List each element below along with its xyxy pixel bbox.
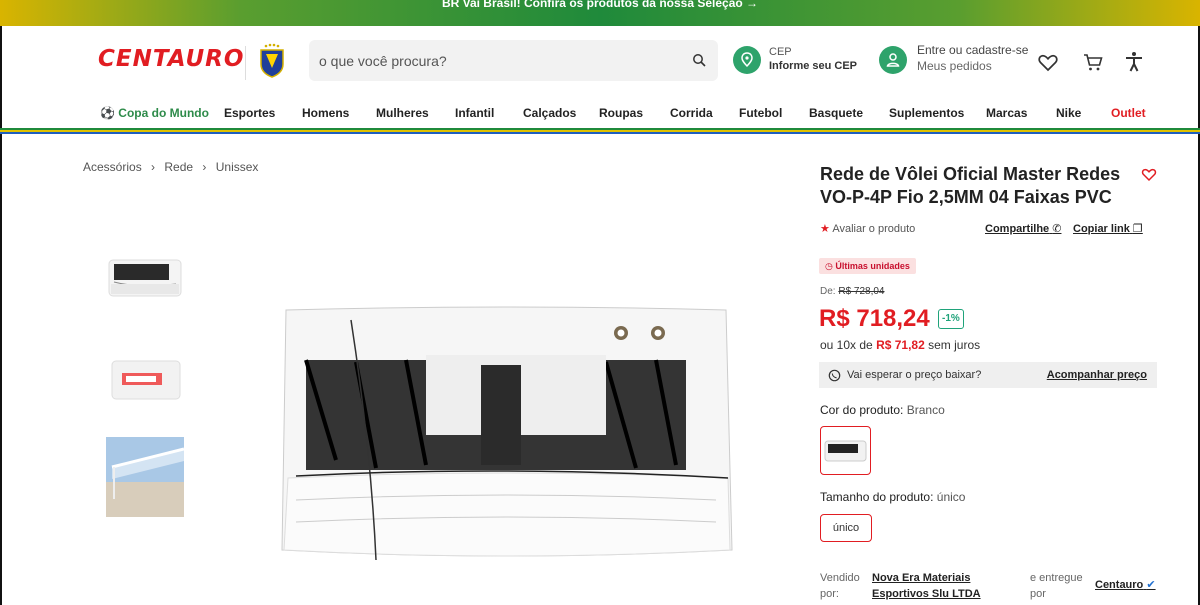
track-price-link[interactable]: Acompanhar preço <box>1047 369 1147 381</box>
nav-item-esportes[interactable]: Esportes <box>224 106 275 120</box>
logo-divider <box>245 46 246 80</box>
breadcrumb-item[interactable]: Unissex <box>216 160 259 174</box>
seller-name-link[interactable]: Nova Era Materiais Esportivos Slu LTDA <box>872 570 1022 602</box>
badge-label: Últimas unidades <box>835 261 910 271</box>
net-label-thumbnail <box>111 360 181 400</box>
delivered-by-link[interactable]: Centauro ✔ <box>1095 577 1156 593</box>
breadcrumb-separator: › <box>151 160 156 174</box>
nav-item-label: Copa do Mundo <box>118 106 209 120</box>
color-label: Cor do produto: Branco <box>820 403 945 417</box>
cart-icon[interactable] <box>1081 50 1105 74</box>
installments-info: ou 10x de R$ 71,82 sem juros <box>820 338 980 352</box>
centauro-logo[interactable]: CENTAURO <box>98 46 244 72</box>
beach-net-thumbnail <box>106 437 184 517</box>
breadcrumb-item[interactable]: Rede <box>164 160 193 174</box>
product-main-image[interactable] <box>276 300 736 580</box>
swatch-thumbnail <box>824 440 867 462</box>
breadcrumb-separator: › <box>202 160 207 174</box>
installments-suffix: sem juros <box>928 338 981 352</box>
installments-prefix: ou 10x de <box>820 338 873 352</box>
nav-item-copa-do-mundo[interactable]: ⚽ Copa do Mundo <box>100 106 209 120</box>
nav-item-mulheres[interactable]: Mulheres <box>376 106 429 120</box>
whatsapp-icon <box>828 369 841 382</box>
old-price-value: R$ 728,04 <box>838 286 885 297</box>
whatsapp-icon: ✆ <box>1052 223 1062 235</box>
color-label-text: Cor do produto: <box>820 403 904 417</box>
nav-item-marcas[interactable]: Marcas <box>986 106 1027 120</box>
nav-color-stripe <box>0 128 1200 134</box>
nav-item-roupas[interactable]: Roupas <box>599 106 643 120</box>
sold-by-label: Vendido por: <box>820 572 860 600</box>
account-login-label[interactable]: Entre ou cadastre-se <box>917 43 1028 57</box>
account-menu[interactable]: Entre ou cadastre-se Meus pedidos <box>879 43 1029 80</box>
search-icon[interactable] <box>692 53 706 67</box>
cep-label: CEP <box>769 46 792 58</box>
color-swatch-branco[interactable] <box>820 426 871 475</box>
share-link[interactable]: Compartilhe ✆ <box>985 222 1061 235</box>
nav-item-calcados[interactable]: Calçados <box>523 106 576 120</box>
price-alert-bar: Vai esperar o preço baixar? Acompanhar p… <box>819 362 1157 388</box>
soccer-ball-icon: ⚽ <box>100 106 115 120</box>
product-title: Rede de Vôlei Oficial Master Redes VO-P-… <box>820 164 1121 207</box>
last-units-badge: ◷ Últimas unidades <box>819 258 916 274</box>
size-option-button[interactable]: único <box>820 514 872 542</box>
old-price: De: R$ 728,04 <box>820 286 885 297</box>
net-package-thumbnail <box>108 259 182 297</box>
promo-banner[interactable]: BR Vai Brasil! Confira os produtos da no… <box>0 0 1200 26</box>
nav-item-futebol[interactable]: Futebol <box>739 106 782 120</box>
nav-item-suplementos[interactable]: Suplementos <box>889 106 964 120</box>
size-label: Tamanho do produto: único <box>820 490 965 504</box>
location-pin-icon <box>733 46 761 74</box>
verified-icon: ✔ <box>1146 579 1156 591</box>
cep-selector[interactable]: CEP Informe seu CEP <box>733 46 863 80</box>
heart-icon[interactable] <box>1036 50 1060 74</box>
share-label: Compartilhe <box>985 223 1050 235</box>
breadcrumb: Acessórios › Rede › Unissex <box>83 160 264 174</box>
accessibility-icon[interactable] <box>1122 50 1146 74</box>
nav-item-nike[interactable]: Nike <box>1056 106 1081 120</box>
size-label-text: Tamanho do produto: <box>820 490 934 504</box>
cbf-crest-icon <box>260 43 284 78</box>
nav-item-outlet[interactable]: Outlet <box>1111 106 1146 120</box>
site-header: CENTAURO CEP Informe seu CEP Entre ou ca… <box>0 26 1200 98</box>
nav-item-infantil[interactable]: Infantil <box>455 106 494 120</box>
nav-item-homens[interactable]: Homens <box>302 106 349 120</box>
user-icon <box>879 46 907 74</box>
category-nav: ⚽ Copa do Mundo Esportes Homens Mulheres… <box>0 98 1200 128</box>
price-alert-text: Vai esperar o preço baixar? <box>847 369 982 381</box>
cep-value[interactable]: Informe seu CEP <box>769 60 857 72</box>
breadcrumb-item[interactable]: Acessórios <box>83 160 142 174</box>
account-orders-label[interactable]: Meus pedidos <box>917 59 992 73</box>
rate-product-link[interactable]: ★ Avaliar o produto <box>820 222 915 235</box>
size-value: único <box>936 490 966 504</box>
discount-badge: -1% <box>938 309 964 329</box>
rate-icon: ★ <box>820 223 830 235</box>
thumbnail-3[interactable] <box>106 437 184 517</box>
delivered-by-name: Centauro <box>1095 579 1144 591</box>
nav-item-basquete[interactable]: Basquete <box>809 106 863 120</box>
copy-label: Copiar link <box>1073 223 1130 235</box>
search-input[interactable] <box>319 50 679 72</box>
thumbnail-1[interactable] <box>106 252 184 302</box>
rate-label: Avaliar o produto <box>832 223 916 235</box>
copy-icon: ❐ <box>1132 223 1143 235</box>
delivered-by-label: e entregue por <box>1030 572 1083 600</box>
favorite-heart-icon[interactable] <box>1141 166 1157 182</box>
current-price: R$ 718,24 <box>819 305 930 332</box>
installments-value: R$ 71,82 <box>876 338 925 352</box>
search-box[interactable] <box>309 40 718 81</box>
clock-icon: ◷ <box>825 261 833 271</box>
promo-text[interactable]: BR Vai Brasil! Confira os produtos da no… <box>442 0 758 10</box>
thumbnail-2[interactable] <box>106 355 184 405</box>
nav-item-corrida[interactable]: Corrida <box>670 106 713 120</box>
copy-link-button[interactable]: Copiar link ❐ <box>1073 222 1143 235</box>
color-value: Branco <box>906 403 945 417</box>
old-price-prefix: De: <box>820 286 836 297</box>
